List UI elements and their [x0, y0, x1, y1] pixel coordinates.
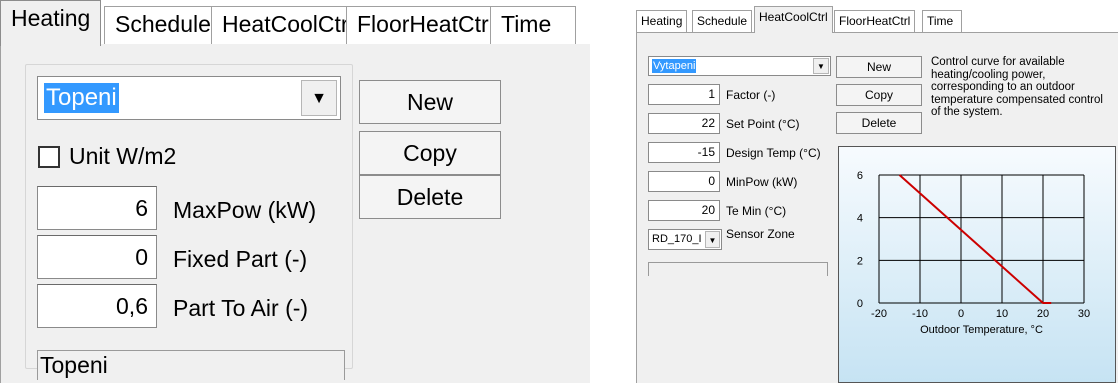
control-select-value: Vytapeni — [652, 59, 697, 73]
heating-select[interactable]: Topeni ▼ — [37, 76, 341, 120]
tab-time[interactable]: Time — [922, 10, 962, 32]
y-tick-label: 0 — [857, 298, 863, 310]
x-tick-label: 10 — [996, 308, 1008, 320]
tab-heating[interactable]: Heating — [636, 10, 688, 32]
maxpow-field[interactable]: 6 — [37, 186, 157, 230]
tab-time[interactable]: Time — [490, 6, 576, 44]
copy-button[interactable]: Copy — [836, 84, 922, 106]
set-point-field[interactable]: 22 — [648, 113, 720, 134]
x-tick-label: 30 — [1078, 308, 1090, 320]
tab-schedule[interactable]: Schedule — [692, 10, 753, 32]
delete-button[interactable]: Delete — [836, 112, 922, 134]
chart-svg: -20 -10 0 10 20 30 0 2 4 6 Outdoor Temperature, °C — [857, 170, 1090, 336]
maxpow-label: MaxPow (kW) — [173, 197, 317, 223]
set-point-label: Set Point (°C) — [726, 117, 800, 131]
tab-floorheatctrl[interactable]: FloorHeatCtrl — [834, 10, 916, 32]
tab-schedule[interactable]: Schedule — [104, 6, 222, 44]
heating-panel: Heating Schedule HeatCoolCtrl FloorHeatC… — [0, 0, 600, 383]
design-temp-label: Design Temp (°C) — [726, 146, 821, 160]
status-field: Topeni — [37, 350, 345, 380]
sensor-zone-value: RD_170_I — [652, 233, 702, 245]
status-field — [648, 262, 828, 276]
minpow-label: MinPow (kW) — [726, 175, 798, 189]
copy-button[interactable]: Copy — [359, 131, 501, 175]
minpow-field[interactable]: 0 — [648, 171, 720, 192]
heating-select-value: Topeni — [44, 83, 119, 113]
new-button[interactable]: New — [836, 56, 922, 78]
x-tick-label: 0 — [958, 308, 964, 320]
factor-field[interactable]: 1 — [648, 84, 720, 105]
x-tick-label: 20 — [1037, 308, 1049, 320]
sensor-zone-label: Sensor Zone — [726, 227, 795, 241]
series-line — [898, 174, 1052, 304]
y-tick-label: 4 — [857, 213, 863, 225]
chevron-down-icon[interactable]: ▼ — [813, 58, 829, 74]
fixed-part-label: Fixed Part (-) — [173, 246, 308, 272]
part-to-air-label: Part To Air (-) — [173, 295, 309, 321]
chevron-down-icon[interactable]: ▼ — [301, 80, 337, 116]
x-tick-label: -20 — [871, 308, 887, 320]
control-select[interactable]: Vytapeni ▼ — [648, 56, 831, 76]
te-min-label: Te Min (°C) — [726, 204, 787, 218]
new-button[interactable]: New — [359, 80, 501, 124]
tab-heatcoolctrl[interactable]: HeatCoolCtrl — [211, 6, 365, 44]
x-tick-label: -10 — [912, 308, 928, 320]
sensor-zone-select[interactable]: RD_170_I ▼ — [648, 229, 722, 250]
heatcoolctrl-panel: Heating Schedule HeatCoolCtrl FloorHeatC… — [636, 0, 1118, 383]
tab-content: Topeni ▼ Unit W/m2 6 MaxPow (kW) 0 Fixed… — [0, 44, 590, 383]
factor-label: Factor (-) — [726, 88, 776, 102]
tab-floorheatctrl[interactable]: FloorHeatCtrl — [346, 6, 505, 44]
control-curve-chart: -20 -10 0 10 20 30 0 2 4 6 Outdoor Temperature, °C — [838, 146, 1116, 383]
tab-heating[interactable]: Heating — [0, 0, 102, 46]
delete-button[interactable]: Delete — [359, 175, 501, 219]
x-axis-label: Outdoor Temperature, °C — [920, 324, 1043, 336]
chevron-down-icon[interactable]: ▼ — [705, 231, 720, 248]
y-tick-label: 6 — [857, 170, 863, 182]
unit-checkbox-label: Unit W/m2 — [69, 143, 177, 169]
description-text: Control curve for available heating/cool… — [931, 56, 1103, 118]
y-tick-label: 2 — [857, 255, 863, 267]
fixed-part-field[interactable]: 0 — [37, 235, 157, 279]
design-temp-field[interactable]: -15 — [648, 142, 720, 163]
part-to-air-field[interactable]: 0,6 — [37, 284, 157, 328]
unit-checkbox[interactable] — [38, 146, 60, 168]
tab-heatcoolctrl[interactable]: HeatCoolCtrl — [754, 6, 833, 33]
te-min-field[interactable]: 20 — [648, 200, 720, 221]
tab-strip: Heating Schedule HeatCoolCtrl FloorHeatC… — [0, 0, 590, 46]
